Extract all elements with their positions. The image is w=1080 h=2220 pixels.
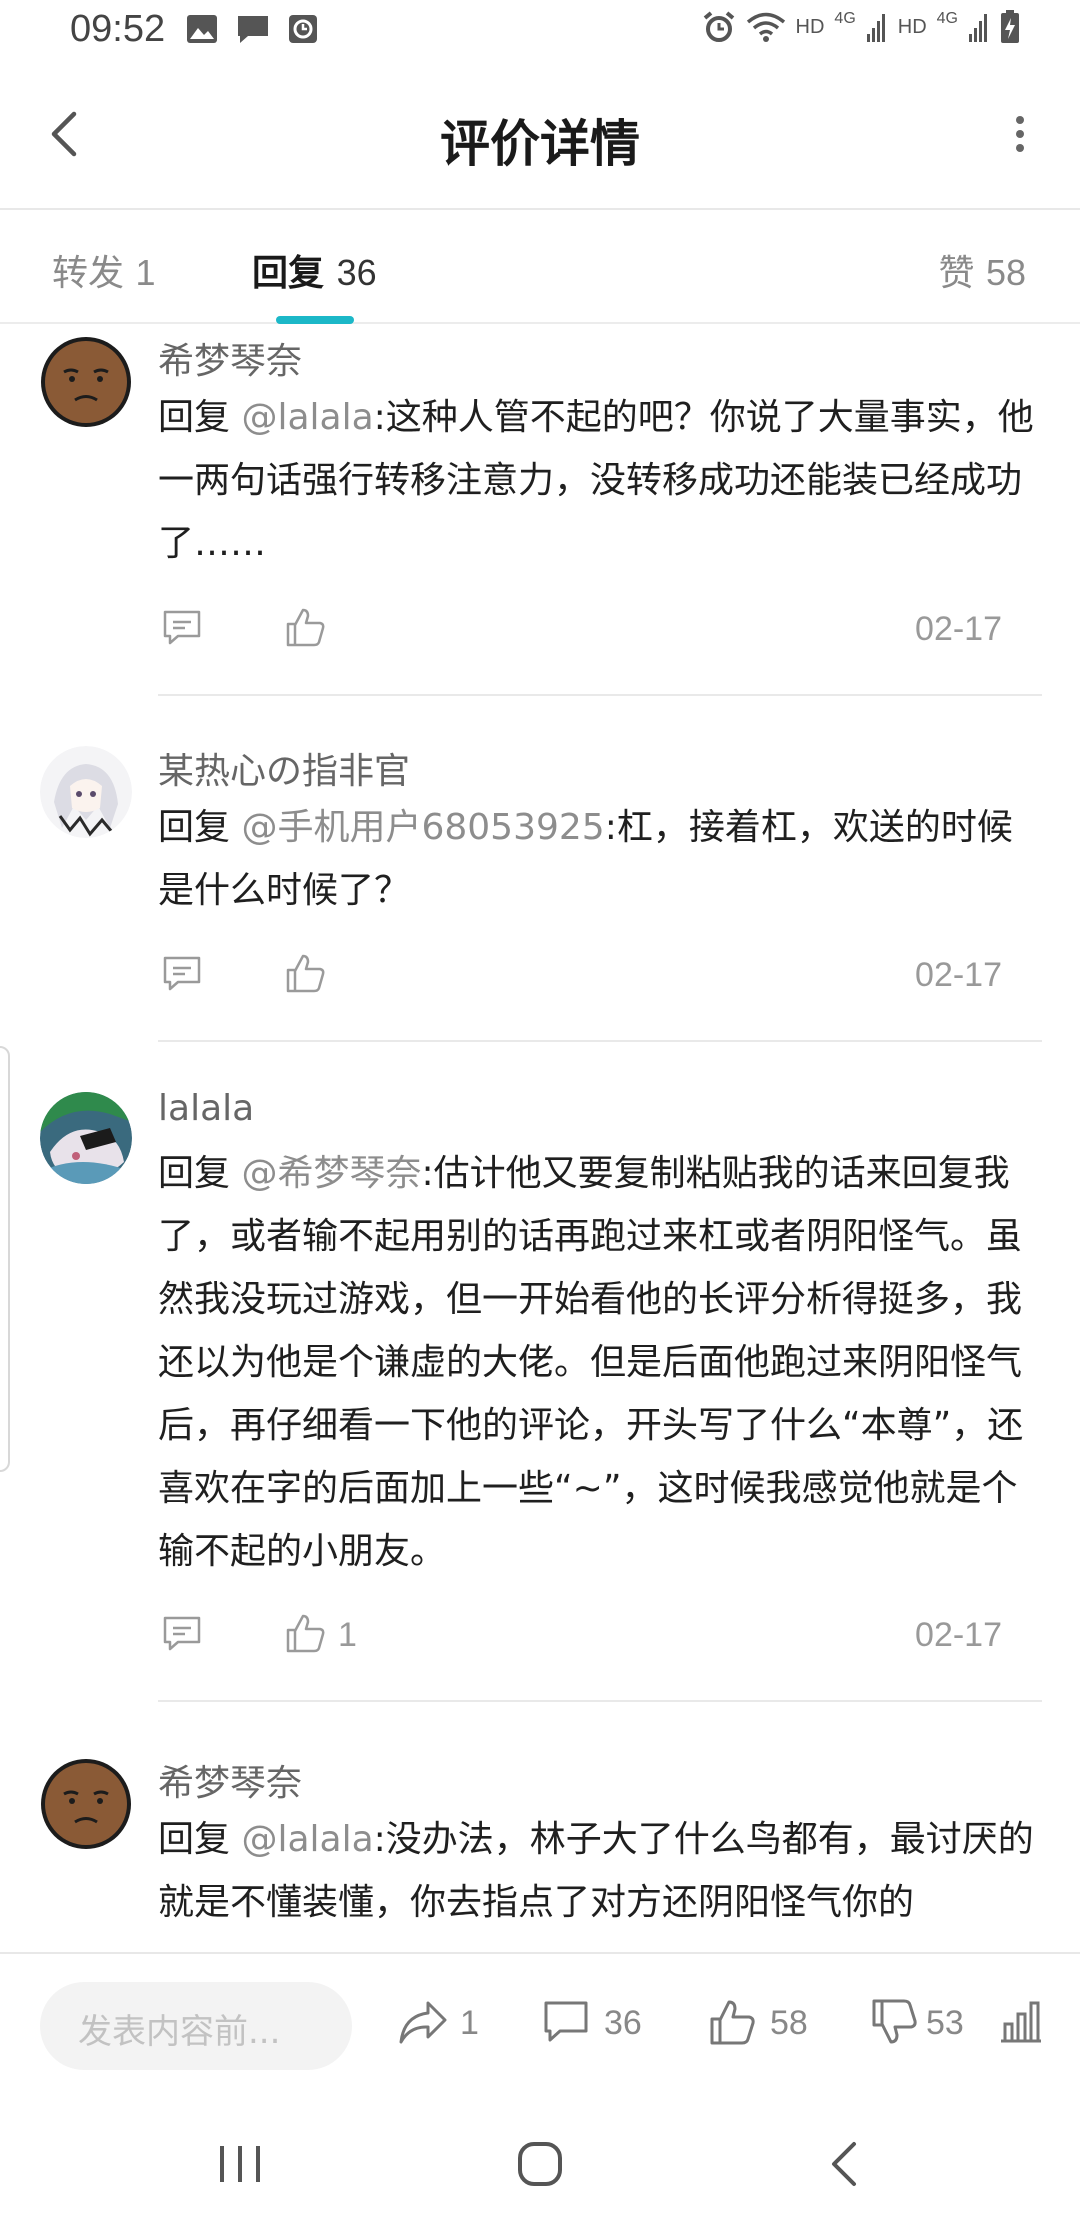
app-header: 评价详情 [0,64,1080,210]
dislike-count: 53 [926,2004,964,2042]
comment-input[interactable]: 发表内容前... [40,1982,352,2070]
gallery-icon [187,15,217,43]
tab-likes-label: 赞 [938,253,975,294]
screen: 09:52 HD 4G HD 4G 评价详情 转发 1 回复 36 赞 58 希… [0,0,1080,2220]
network-label-2: 4G [936,10,958,27]
comment-text: 回复 @lalala:没办法，林子大了什么鸟都有，最讨厌的就是不懂装懂，你去指点… [158,1808,1042,1934]
hd-label-1: HD [795,15,825,38]
more-options-button[interactable] [1000,104,1040,164]
page-title: 评价详情 [440,115,640,173]
wifi-icon [746,12,785,42]
bar-chart-icon [1001,2001,1041,2043]
clock-app-icon [289,15,317,43]
reply-prefix: 回复 [158,1153,242,1194]
status-time: 09:52 [70,8,166,50]
thumbs-up-icon [710,2000,755,2045]
tab-forward-label: 转发 [52,253,125,294]
reply-prefix: 回复 [158,807,242,848]
status-right: HD 4G HD 4G [702,10,1020,44]
tab-bar: 转发 1 回复 36 赞 58 [0,212,1080,324]
signal-icon-1 [866,14,885,42]
stats-button[interactable] [998,1998,1044,2054]
comment-input-placeholder: 发表内容前... [78,2012,281,2052]
recent-apps-button[interactable] [200,2124,280,2204]
battery-charging-icon [1001,10,1019,43]
comment-button[interactable]: 36 [542,1998,652,2054]
comment-author[interactable]: 希梦琴奈 [158,332,302,384]
divider [158,694,1042,696]
home-button[interactable] [500,2124,580,2204]
tab-forward-count: 1 [135,252,156,293]
comment-actions: 02-17 [158,604,1002,654]
thumbs-down-icon [872,1999,917,2044]
tab-likes-count: 58 [985,252,1026,293]
share-icon [399,2001,447,2044]
divider [158,1040,1042,1042]
share-button[interactable]: 1 [398,1998,488,2054]
tab-replies[interactable]: 回复 36 [252,244,377,296]
comment-text: 回复 @手机用户68053925:杠，接着杠，欢送的时候是什么时候了？ [158,796,1042,922]
alarm-icon [703,11,734,42]
tab-active-indicator [276,316,354,324]
hd-label-2: HD [897,15,927,38]
avatar[interactable] [40,746,132,838]
mention-link[interactable]: @lalala [241,1819,373,1860]
comment-list[interactable]: 希梦琴奈 回复 @lalala:这种人管不起的吧？你说了大量事实，他一两句话强行… [0,326,1080,1952]
divider [158,1700,1042,1702]
comment-text: 回复 @lalala:这种人管不起的吧？你说了大量事实，他一两句话强行转移注意力… [158,386,1042,575]
status-bar: 09:52 HD 4G HD 4G [0,0,1080,64]
comment-author[interactable]: 希梦琴奈 [158,1754,302,1806]
reply-prefix: 回复 [158,397,242,438]
comment-date: 02-17 [915,1616,1002,1654]
share-count: 1 [460,2004,479,2042]
mention-link[interactable]: @lalala [241,397,373,438]
network-label-1: 4G [834,10,856,27]
like-icon[interactable] [284,952,326,994]
tab-forward[interactable]: 转发 1 [52,244,156,296]
avatar[interactable] [40,336,132,428]
comment-date: 02-17 [915,610,1002,648]
comment-author[interactable]: lalala [158,1088,254,1129]
edge-panel-handle[interactable] [0,1046,10,1472]
reply-icon[interactable] [162,608,202,648]
like-button[interactable]: 58 [708,1998,818,2054]
reply-icon[interactable] [162,1614,202,1654]
comment-date: 02-17 [915,956,1002,994]
comment-actions: 1 02-17 [158,1610,1002,1660]
like-count-total: 58 [770,2004,808,2042]
mention-link[interactable]: @希梦琴奈 [241,1153,421,1194]
reply-prefix: 回复 [158,1819,242,1860]
avatar[interactable] [40,1092,132,1184]
comment-text: 回复 @希梦琴奈:估计他又要复制粘贴我的话来回复我了，或者输不起用别的话再跑过来… [158,1142,1042,1583]
like-icon[interactable] [284,1612,326,1654]
comment-actions: 02-17 [158,950,1002,1000]
reply-icon[interactable] [162,954,202,994]
tab-replies-label: 回复 [252,253,325,294]
comment-author[interactable]: 某热心の指非官 [158,742,410,794]
bottom-action-bar: 发表内容前... 1 36 58 53 [0,1952,1080,2094]
back-nav-button[interactable] [806,2124,886,2204]
tab-likes[interactable]: 赞 58 [938,244,1026,296]
comment-count: 36 [604,2004,642,2042]
mention-link[interactable]: @手机用户68053925 [241,807,604,848]
message-icon [238,16,268,43]
tab-replies-count: 36 [336,252,377,293]
like-icon[interactable] [284,606,326,648]
dislike-button[interactable]: 53 [870,1998,980,2054]
comment-icon [544,2001,588,2042]
signal-icon-2 [969,14,987,42]
system-nav-bar [0,2094,1080,2220]
comment-content: :估计他又要复制粘贴我的话来回复我了，或者输不起用别的话再跑过来杠或者阴阳怪气。… [158,1153,1024,1572]
avatar[interactable] [40,1758,132,1850]
like-count: 1 [338,1616,357,1654]
